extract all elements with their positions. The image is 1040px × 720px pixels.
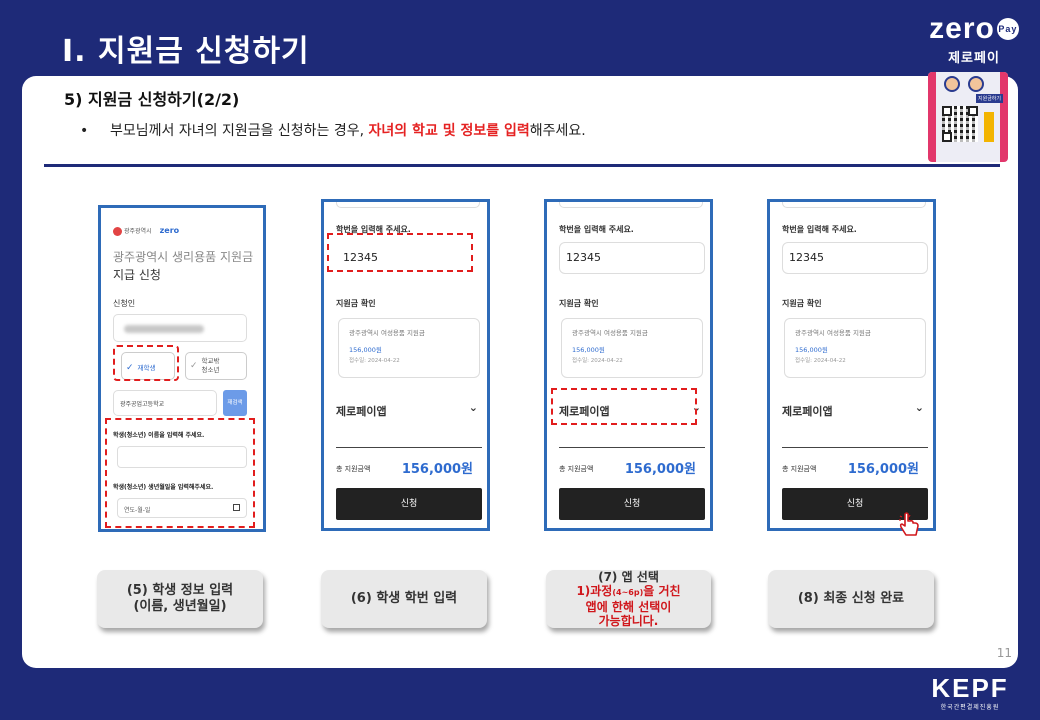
bullet-highlight: 자녀의 학교 및 정보를 입력 — [368, 123, 530, 139]
total-amount: 156,000원 — [847, 462, 919, 477]
subsidy-date: 접수일: 2024-04-22 — [349, 358, 400, 364]
step-7-note-3: 가능합니다. — [598, 614, 659, 628]
character-icon — [968, 76, 984, 92]
subsidy-title: 광주광역시 여성용품 지원금 — [349, 329, 425, 337]
phone-screen-submit: 학번을 입력해 주세요. 12345 지원금 확인 광주광역시 여성용품 지원금… — [767, 199, 936, 531]
subsidy-card: 광주광역시 여성용품 지원금 156,000원 접수일: 2024-04-22 — [338, 318, 480, 378]
zero-logo: zero — [159, 226, 180, 235]
submit-button[interactable]: 신청 — [336, 488, 482, 520]
chevron-down-icon: ⌄ — [468, 401, 478, 414]
zeropay-logo: zero Pay 제로페이 — [926, 14, 1022, 66]
hand-pointer-icon — [899, 512, 919, 536]
subsidy-date: 접수일: 2024-04-22 — [572, 358, 623, 364]
gwangju-seal-icon — [113, 227, 122, 236]
section-divider — [44, 164, 1000, 167]
app-select[interactable]: 제로페이앱 ⌄ — [336, 398, 482, 426]
applicant-field[interactable] — [113, 314, 247, 342]
total-label: 총 지원금액 — [782, 465, 817, 473]
student-id-label: 학번을 입력해 주세요. — [782, 225, 857, 234]
kepf-wordmark: KEPF — [931, 673, 1009, 703]
app-select-value: 제로페이앱 — [782, 405, 833, 418]
out-of-school-option[interactable]: ✓ 학교밖 청소년 — [185, 352, 247, 380]
out-of-school-label-1: 학교밖 — [201, 357, 220, 365]
subsidy-title: 광주광역시 여성용품 지원금 — [572, 329, 648, 337]
step-5-line1: (5) 학생 정보 입력 — [126, 583, 234, 598]
zero-wordmark: zero — [929, 12, 995, 45]
bullet-dot: • — [80, 123, 89, 139]
org-name: 광주광역시 — [124, 228, 152, 235]
check-icon: ✓ — [190, 361, 198, 371]
student-id-label: 학번을 입력해 주세요. — [559, 225, 634, 234]
total-amount: 156,000원 — [624, 462, 696, 477]
subsidy-amount: 156,000원 — [795, 346, 828, 354]
zeropay-subtitle: 제로페이 — [948, 51, 1000, 66]
school-field[interactable]: 광주공업고등학교 — [113, 390, 217, 416]
step-7-app-select: (7) 앱 선택 1)과정(4~6p)을 거친 앱에 한해 선택이 가능합니다. — [546, 570, 711, 628]
subsidy-amount: 156,000원 — [572, 346, 605, 354]
step-7-note-1: 1)과정(4~6p)을 거친 — [546, 584, 711, 600]
confirm-label: 지원금 확인 — [782, 299, 822, 308]
highlight-student-fields — [105, 418, 255, 528]
step-8-text: (8) 최종 신청 완료 — [797, 591, 905, 606]
subsidy-card: 광주광역시 여성용품 지원금 156,000원 접수일: 2024-04-22 — [784, 318, 926, 378]
step-5-line2: (이름, 생년월일) — [133, 599, 227, 614]
research-button[interactable]: 재검색 — [223, 390, 247, 416]
highlight-app-select — [551, 388, 697, 425]
form-title-line2: 지급 신청 — [113, 268, 161, 282]
highlight-student-option — [113, 345, 179, 381]
step-6-text: (6) 학생 학번 입력 — [350, 591, 458, 606]
form-title-line1: 광주광역시 생리용품 지원금 — [113, 250, 254, 264]
page-number: 11 — [996, 646, 1012, 660]
slide-title: Ⅰ. 지원금 신청하기 — [62, 34, 310, 69]
step-7-note-1c: 을 거친 — [643, 584, 681, 598]
applicant-label: 신청인 — [113, 299, 136, 308]
qr-tag: 지원금하기 — [976, 94, 1004, 103]
total-amount: 156,000원 — [401, 462, 473, 477]
highlight-student-id — [327, 233, 473, 272]
out-of-school-label-2: 청소년 — [201, 366, 220, 374]
kepf-logo: KEPF 한국간편결제진흥원 — [922, 673, 1018, 711]
app-select-value: 제로페이앱 — [336, 405, 387, 418]
confirm-label: 지원금 확인 — [336, 299, 376, 308]
total-label: 총 지원금액 — [336, 465, 371, 473]
subsidy-amount: 156,000원 — [349, 346, 382, 354]
submit-button[interactable]: 신청 — [559, 488, 705, 520]
instruction-bullet: • 부모님께서 자녀의 지원금을 신청하는 경우, 자녀의 학교 및 정보를 입력… — [80, 120, 586, 140]
qr-promo-image: 지원금하기 — [928, 72, 1008, 162]
step-7-line1: (7) 앱 선택 — [598, 570, 659, 584]
subsidy-card: 광주광역시 여성용품 지원금 156,000원 접수일: 2024-04-22 — [561, 318, 703, 378]
app-header: 광주광역시 zero — [113, 226, 179, 236]
chevron-down-icon: ⌄ — [914, 401, 924, 414]
subsidy-title: 광주광역시 여성용품 지원금 — [795, 329, 871, 337]
step-8-final-submit: (8) 최종 신청 완료 — [768, 570, 934, 628]
character-icon — [944, 76, 960, 92]
step-5-student-info: (5) 학생 정보 입력 (이름, 생년월일) — [97, 570, 263, 628]
kepf-subtitle: 한국간편결제진흥원 — [940, 704, 1000, 711]
step-7-note-1a: 1)과정 — [576, 584, 613, 598]
student-id-input[interactable]: 12345 — [782, 242, 928, 274]
total-label: 총 지원금액 — [559, 465, 594, 473]
student-id-input[interactable]: 12345 — [559, 242, 705, 274]
section-heading: 5) 지원금 신청하기(2/2) — [64, 90, 240, 109]
confirm-label: 지원금 확인 — [559, 299, 599, 308]
phone-screen-app-select: 학번을 입력해 주세요. 12345 지원금 확인 광주광역시 여성용품 지원금… — [544, 199, 713, 531]
step-7-note-2: 앱에 한해 선택이 — [585, 600, 672, 614]
step-6-student-id: (6) 학생 학번 입력 — [321, 570, 487, 628]
subsidy-date: 접수일: 2024-04-22 — [795, 358, 846, 364]
pay-badge: Pay — [996, 18, 1019, 40]
bullet-text-before: 부모님께서 자녀의 지원금을 신청하는 경우, — [110, 123, 369, 139]
bullet-text-after: 해주세요. — [529, 123, 586, 139]
app-select[interactable]: 제로페이앱 ⌄ — [782, 398, 928, 426]
step-7-note-1b: (4~6p) — [612, 588, 644, 597]
